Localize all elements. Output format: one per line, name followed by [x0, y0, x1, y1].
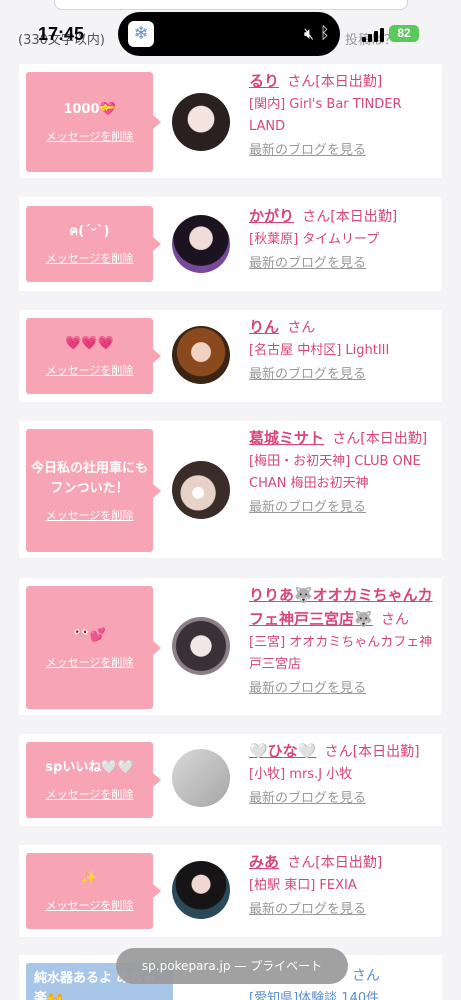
blog-link[interactable]: 最新のブログを見る [249, 253, 439, 275]
battery-icon: 82 [389, 25, 419, 42]
honorific: さん [380, 612, 409, 628]
honorific: さん [287, 320, 316, 336]
message-bubble: ฅ(ˊᵕˋ) メッセージを削除 [26, 206, 161, 282]
message-text: 🎌💕 [73, 627, 106, 643]
message-text: 1000💝 [63, 102, 116, 117]
message-bubble: 💗💗💗 メッセージを削除 [26, 318, 161, 394]
message-text: ✨ [81, 871, 98, 886]
message-bubble: 今日私の社用車にもフンついた！ メッセージを削除 [26, 429, 161, 552]
message-text: 今日私の社用車にもフンついた！ [30, 460, 148, 496]
cast-name-link[interactable]: みあ [249, 853, 279, 871]
cast-info: りりあ🐺オオカミちゃんカフェ神戸三宮店🐺 さん [三宮] オオカミちゃんカフェ神… [249, 584, 439, 700]
blog-link[interactable]: 最新のブログを見る [249, 678, 439, 700]
delete-message-link[interactable]: メッセージを削除 [46, 507, 134, 523]
browser-address-bar[interactable]: sp.pokepara.jp — プライベート [116, 948, 348, 984]
delete-message-link[interactable]: メッセージを削除 [46, 897, 134, 913]
dynamic-island: ❄ 🔇︎ ᛒ [118, 12, 340, 56]
delete-message-link[interactable]: メッセージを削除 [46, 654, 134, 670]
avatar[interactable] [172, 617, 230, 675]
cast-name-link[interactable]: りん [249, 318, 279, 336]
shop-name: [愛知県]体験談 140件 [249, 991, 380, 1000]
honorific: さん [302, 209, 331, 225]
avatar[interactable] [172, 93, 230, 151]
app-icon: ❄ [128, 21, 154, 47]
blog-link[interactable]: 最新のブログを見る [249, 788, 439, 810]
avatar[interactable] [172, 749, 230, 807]
list-item: 💗💗💗 メッセージを削除 りん さん [名古屋 中村区] LightIII 最新… [19, 310, 442, 402]
cast-name-link[interactable]: 葛城ミサト [249, 429, 324, 447]
honorific: さん [287, 74, 316, 90]
blog-link[interactable]: 最新のブログを見る [249, 497, 439, 519]
avatar[interactable] [172, 326, 230, 384]
shop-name: [梅田・お初天神] CLUB ONE CHAN 梅田お初天神 [249, 454, 421, 491]
shop-name: [柏駅 東口] FEXIA [249, 878, 357, 893]
list-item: ✨ メッセージを削除 みあ さん[本日出勤] [柏駅 東口] FEXIA 最新の… [19, 845, 442, 937]
avatar[interactable] [172, 461, 230, 519]
honorific: さん [332, 431, 361, 447]
blog-link[interactable]: 最新のブログを見る [249, 899, 439, 921]
honorific: さん [287, 855, 316, 871]
honorific: さん [324, 744, 353, 760]
cast-info: かがり さん[本日出勤] [秋葉原] タイムリープ 最新のブログを見る [249, 205, 439, 275]
delete-message-link[interactable]: メッセージを削除 [46, 128, 134, 144]
message-bubble: 1000💝 メッセージを削除 [26, 72, 161, 172]
message-input[interactable] [54, 0, 408, 10]
status-time: 17:45 [38, 24, 85, 44]
message-text: ฅ(ˊᵕˋ) [69, 224, 110, 239]
cast-info: 葛城ミサト さん[本日出勤] [梅田・お初天神] CLUB ONE CHAN 梅… [249, 427, 439, 519]
shop-name: [名古屋 中村区] LightIII [249, 343, 390, 358]
list-item: 🎌💕 メッセージを削除 りりあ🐺オオカミちゃんカフェ神戸三宮店🐺 さん [三宮]… [19, 578, 442, 715]
cast-name-link[interactable]: かがり [249, 207, 294, 225]
bluetooth-icon: ᛒ [320, 23, 330, 42]
cast-info: 🤍ひな🤍 さん[本日出勤] [小牧] mrs.J 小牧 最新のブログを見る [249, 740, 439, 810]
mute-icon: 🔇︎ [304, 24, 315, 43]
message-text: 💗💗💗 [65, 336, 114, 351]
honorific: さん [352, 968, 380, 984]
message-text: spいいね🤍🤍 [45, 760, 134, 775]
attendance-label: [本日出勤] [352, 744, 420, 760]
cast-name-link[interactable]: るり [249, 72, 279, 90]
list-item: 1000💝 メッセージを削除 るり さん[本日出勤] [関内] Girl's B… [19, 64, 442, 178]
avatar[interactable] [172, 861, 230, 919]
attendance-label: [本日出勤] [330, 209, 398, 225]
delete-message-link[interactable]: メッセージを削除 [46, 362, 134, 378]
shop-name: [三宮] オオカミちゃんカフェ神戸三宮店 [249, 635, 433, 672]
message-bubble: spいいね🤍🤍 メッセージを削除 [26, 742, 161, 818]
shop-name: [関内] Girl's Bar TINDER LAND [249, 97, 402, 134]
list-item: ฅ(ˊᵕˋ) メッセージを削除 かがり さん[本日出勤] [秋葉原] タイムリー… [19, 197, 442, 291]
cast-name-link[interactable]: 🤍ひな🤍 [249, 742, 316, 760]
blog-link[interactable]: 最新のブログを見る [249, 140, 439, 162]
cast-info: みあ さん[本日出勤] [柏駅 東口] FEXIA 最新のブログを見る [249, 851, 439, 921]
list-item: 今日私の社用車にもフンついた！ メッセージを削除 葛城ミサト さん[本日出勤] … [19, 421, 442, 558]
avatar[interactable] [172, 215, 230, 273]
delete-message-link[interactable]: メッセージを削除 [46, 786, 134, 802]
signal-icon [362, 26, 384, 42]
attendance-label: [本日出勤] [315, 74, 383, 90]
list-item: spいいね🤍🤍 メッセージを削除 🤍ひな🤍 さん[本日出勤] [小牧] mrs.… [19, 734, 442, 826]
message-bubble: 🎌💕 メッセージを削除 [26, 586, 161, 709]
message-bubble: ✨ メッセージを削除 [26, 853, 161, 929]
blog-link[interactable]: 最新のブログを見る [249, 364, 439, 386]
cast-info: りん さん [名古屋 中村区] LightIII 最新のブログを見る [249, 316, 439, 386]
attendance-label: [本日出勤] [315, 855, 383, 871]
shop-name: [小牧] mrs.J 小牧 [249, 767, 353, 782]
attendance-label: [本日出勤] [360, 431, 428, 447]
cast-info: るり さん[本日出勤] [関内] Girl's Bar TINDER LAND … [249, 70, 439, 162]
delete-message-link[interactable]: メッセージを削除 [46, 250, 134, 266]
shop-name: [秋葉原] タイムリープ [249, 232, 380, 247]
